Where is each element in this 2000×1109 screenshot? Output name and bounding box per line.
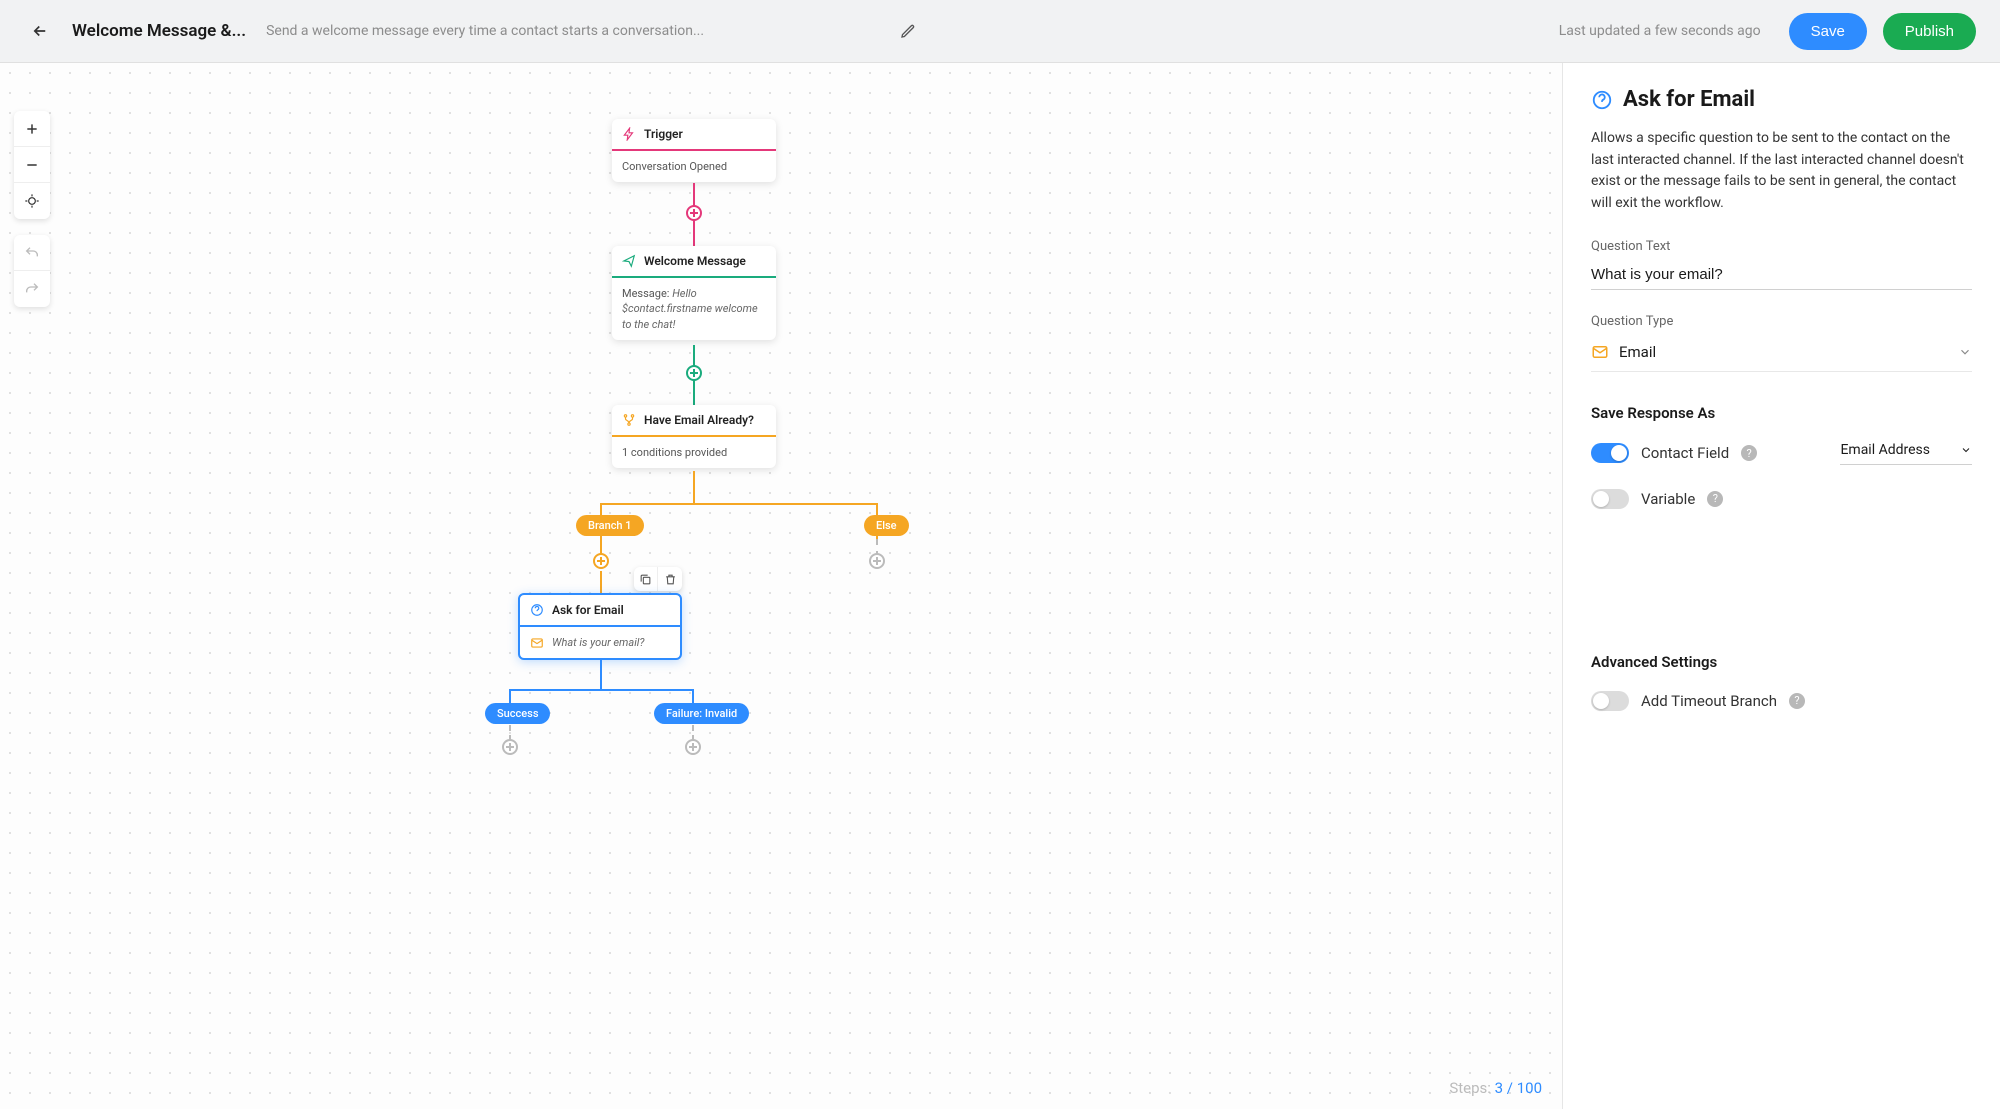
- workflow-canvas[interactable]: Trigger Conversation Opened Welcome Mess…: [0, 63, 1562, 1109]
- duplicate-node-button[interactable]: [634, 567, 658, 591]
- node-ask-for-email[interactable]: Ask for Email What is your email?: [518, 593, 682, 660]
- add-step-button[interactable]: [593, 553, 609, 569]
- steps-counter: Steps: 3 / 100: [1449, 1079, 1542, 1097]
- node-branch-body: 1 conditions provided: [612, 437, 776, 468]
- branch-icon: [622, 413, 636, 427]
- node-welcome-body: Message: Hello $contact.firstname welcom…: [612, 278, 776, 340]
- outcome-failure-label[interactable]: Failure: Invalid: [654, 703, 749, 724]
- add-step-button[interactable]: [685, 739, 701, 755]
- recenter-button[interactable]: [14, 183, 50, 219]
- add-step-button[interactable]: [686, 365, 702, 381]
- undo-button[interactable]: [14, 235, 50, 271]
- connector: [600, 660, 602, 690]
- help-icon[interactable]: ?: [1707, 491, 1723, 507]
- send-icon: [622, 254, 636, 268]
- variable-label: Variable: [1641, 490, 1695, 508]
- chevron-down-icon: [1958, 345, 1972, 359]
- question-text-input[interactable]: [1591, 260, 1972, 290]
- workflow-title: Welcome Message &...: [72, 21, 246, 41]
- help-icon[interactable]: ?: [1789, 693, 1805, 709]
- add-step-button[interactable]: [502, 739, 518, 755]
- node-ask-body: What is your email?: [520, 627, 680, 658]
- question-type-label: Question Type: [1591, 314, 1972, 329]
- question-icon: [1591, 89, 1613, 111]
- properties-panel: Ask for Email Allows a specific question…: [1562, 63, 2000, 1109]
- publish-button[interactable]: Publish: [1883, 13, 1976, 50]
- app-header: Welcome Message &... Send a welcome mess…: [0, 0, 2000, 63]
- question-type-select[interactable]: Email: [1591, 335, 1972, 372]
- connector: [600, 571, 602, 593]
- node-trigger-body: Conversation Opened: [612, 151, 776, 182]
- branch-label[interactable]: Branch 1: [576, 515, 644, 536]
- question-icon: [530, 603, 544, 617]
- help-icon[interactable]: ?: [1741, 445, 1757, 461]
- connector: [510, 689, 694, 691]
- connector: [509, 689, 511, 703]
- outcome-success-label[interactable]: Success: [485, 703, 550, 724]
- node-welcome-message[interactable]: Welcome Message Message: Hello $contact.…: [612, 246, 776, 340]
- delete-node-button[interactable]: [658, 567, 682, 591]
- add-step-button[interactable]: [869, 553, 885, 569]
- timeout-label: Add Timeout Branch: [1641, 692, 1777, 710]
- canvas-toolbar: [14, 111, 50, 323]
- timeout-toggle[interactable]: [1591, 691, 1629, 711]
- branch-label-else[interactable]: Else: [864, 515, 909, 536]
- panel-description: Allows a specific question to be sent to…: [1591, 128, 1972, 215]
- lightning-icon: [622, 127, 636, 141]
- zoom-in-button[interactable]: [14, 111, 50, 147]
- advanced-settings-heading: Advanced Settings: [1591, 653, 1972, 671]
- node-action-bar: [634, 567, 682, 591]
- node-branch-title: Have Email Already?: [644, 413, 754, 427]
- contact-field-toggle[interactable]: [1591, 443, 1629, 463]
- question-text-label: Question Text: [1591, 239, 1972, 254]
- workflow-subtitle: Send a welcome message every time a cont…: [266, 23, 872, 39]
- email-icon: [1591, 343, 1609, 361]
- add-step-button[interactable]: [686, 205, 702, 221]
- node-trigger-title: Trigger: [644, 127, 683, 141]
- contact-field-label: Contact Field: [1641, 444, 1729, 462]
- zoom-out-button[interactable]: [14, 147, 50, 183]
- connector: [692, 689, 694, 703]
- node-ask-title: Ask for Email: [552, 603, 624, 617]
- redo-button[interactable]: [14, 271, 50, 307]
- last-updated-text: Last updated a few seconds ago: [1559, 23, 1761, 39]
- connector: [601, 503, 877, 505]
- save-button[interactable]: Save: [1789, 13, 1867, 50]
- node-branch[interactable]: Have Email Already? 1 conditions provide…: [612, 405, 776, 468]
- edit-title-button[interactable]: [896, 19, 920, 43]
- variable-toggle[interactable]: [1591, 489, 1629, 509]
- node-trigger[interactable]: Trigger Conversation Opened: [612, 119, 776, 182]
- panel-title: Ask for Email: [1623, 87, 1755, 112]
- save-response-heading: Save Response As: [1591, 404, 1972, 422]
- chevron-down-icon: [1960, 444, 1972, 456]
- back-button[interactable]: [24, 15, 56, 47]
- contact-field-select[interactable]: Email Address: [1840, 442, 1972, 465]
- connector: [693, 471, 695, 503]
- email-icon: [530, 636, 544, 650]
- node-welcome-title: Welcome Message: [644, 254, 746, 268]
